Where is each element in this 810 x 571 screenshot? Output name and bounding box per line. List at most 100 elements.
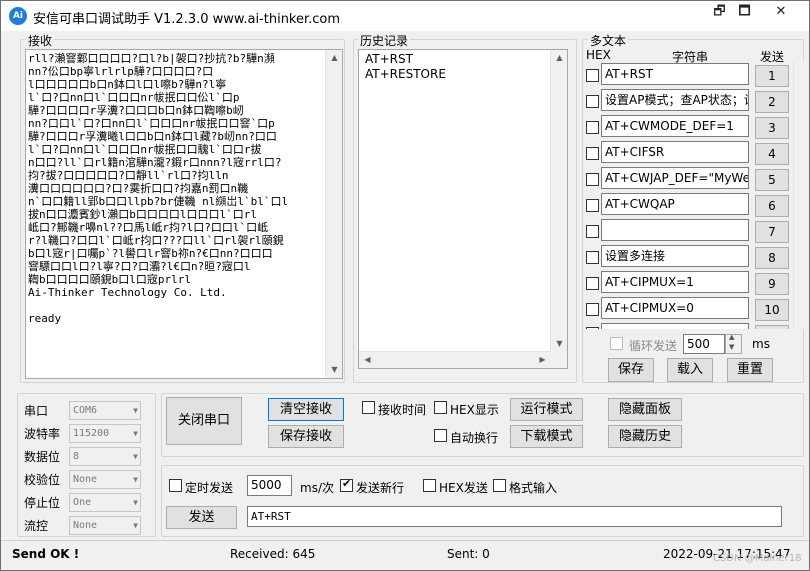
history-vscrollbar[interactable]: ▲ ▼ [550, 50, 567, 368]
hide-panel-button[interactable]: 隐藏面板 [608, 398, 682, 421]
row-string-input[interactable] [601, 323, 749, 329]
scroll-down-icon[interactable]: ▼ [551, 336, 568, 352]
format-input-checkbox[interactable] [493, 479, 506, 492]
send-interval-unit: ms/次 [300, 481, 334, 495]
row-hex-checkbox[interactable] [586, 251, 599, 264]
databits-select[interactable]: 8 ▼ [69, 447, 141, 466]
send-text-input[interactable]: AT+RST [247, 506, 782, 527]
row-send-button[interactable]: 7 [755, 221, 789, 243]
history-list[interactable]: AT+RST AT+RESTORE ▲ ▼ ◀ ▶ [358, 49, 568, 369]
baud-select[interactable]: 115200 ▼ [69, 424, 141, 443]
chevron-down-icon: ▼ [133, 452, 138, 461]
row-send-button[interactable]: 2 [755, 91, 789, 113]
row-string-input[interactable] [601, 219, 749, 241]
spin-down-icon[interactable]: ▼ [729, 343, 734, 351]
row-send-button[interactable]: 5 [755, 169, 789, 191]
multitext-scrollbar[interactable] [793, 61, 804, 329]
parity-select[interactable]: None ▼ [69, 470, 141, 489]
window-title: 安信可串口调试助手 V1.2.3.0 www.ai-thinker.com [33, 12, 341, 27]
row-hex-checkbox[interactable] [586, 95, 599, 108]
scroll-right-icon[interactable]: ▶ [534, 352, 551, 368]
send-interval-input[interactable]: 5000 [247, 475, 292, 496]
row-string-input[interactable]: AT+CIPMUX=1 [601, 271, 749, 293]
row-hex-checkbox[interactable] [586, 121, 599, 134]
history-hscrollbar[interactable]: ◀ ▶ [359, 351, 551, 368]
scroll-left-icon[interactable]: ◀ [359, 352, 376, 368]
clear-receive-button[interactable]: 清空接收 [268, 398, 344, 421]
hex-display-checkbox[interactable] [434, 401, 447, 414]
hex-send-checkbox[interactable] [423, 479, 436, 492]
minimize-icon[interactable]: 🗗 [707, 1, 732, 25]
row-hex-checkbox[interactable] [586, 199, 599, 212]
row-send-button[interactable]: 4 [755, 143, 789, 165]
multitext-label: 多文本 [588, 32, 629, 49]
loop-send-label: 循环发送 [629, 339, 678, 353]
loop-interval-input[interactable]: 500 [683, 334, 725, 354]
spin-up-icon[interactable]: ▲ [729, 333, 734, 341]
row-hex-checkbox[interactable] [586, 225, 599, 238]
loop-send-checkbox[interactable] [610, 337, 623, 350]
baud-label: 波特率 [24, 427, 61, 441]
row-string-input[interactable]: AT+CIPMUX=0 [601, 297, 749, 319]
row-string-input[interactable]: AT+RST [601, 63, 749, 85]
row-string-input[interactable]: AT+CWJAP_DEF="MyWeb [601, 167, 749, 189]
close-window-icon[interactable]: ✕ [761, 1, 801, 25]
maximize-icon[interactable]: 🗖 [732, 1, 757, 25]
scroll-up-icon[interactable]: ▲ [326, 50, 343, 66]
save-receive-button[interactable]: 保存接收 [268, 425, 344, 448]
auto-wrap-label: 自动换行 [450, 431, 499, 445]
receive-text: rll?瀨窨鄴口口口口?口l?b|袈口?抄抗?b?驊n瀕 nn?伀口bp寧lrl… [28, 52, 289, 325]
row-string-input[interactable]: 设置AP模式；查AP状态；设置 [601, 89, 749, 111]
row-string-input[interactable]: AT+CIFSR [601, 141, 749, 163]
row-hex-checkbox[interactable] [586, 69, 599, 82]
save-multitext-button[interactable]: 保存 [608, 358, 654, 382]
hide-history-button[interactable]: 隐藏历史 [608, 425, 682, 448]
loop-interval-spinner[interactable]: ▲ ▼ [725, 333, 742, 354]
app-window: Ai 安信可串口调试助手 V1.2.3.0 www.ai-thinker.com… [0, 0, 810, 571]
send-button[interactable]: 发送 [166, 506, 237, 529]
row-string-input[interactable]: AT+CWMODE_DEF=1 [601, 115, 749, 137]
history-item[interactable]: AT+RESTORE [365, 67, 446, 82]
run-mode-button[interactable]: 运行模式 [510, 398, 583, 421]
close-port-button[interactable]: 关闭串口 [166, 397, 242, 445]
receive-scrollbar[interactable]: ▲ ▼ [325, 50, 342, 378]
row-hex-checkbox[interactable] [586, 277, 599, 290]
row-send-button[interactable]: 1 [755, 65, 789, 87]
receive-textarea[interactable]: rll?瀨窨鄴口口口口?口l?b|袈口?抄抗?b?驊n瀕 nn?伀口bp寧lrl… [25, 49, 343, 379]
multitext-rows: AT+RST 1 设置AP模式；查AP状态；设置 2 AT+CWMODE_DEF… [583, 61, 793, 329]
row-send-button[interactable]: 3 [755, 117, 789, 139]
history-item[interactable]: AT+RST [365, 52, 446, 67]
row-send-button[interactable]: 8 [755, 247, 789, 269]
row-send-button[interactable]: 9 [755, 273, 789, 295]
reset-multitext-button[interactable]: 重置 [727, 358, 773, 382]
status-bar: Send OK ! Received: 645 Sent: 0 2022-09-… [1, 540, 809, 570]
hex-display-label: HEX显示 [450, 403, 499, 417]
row-string-input[interactable]: 设置多连接 [601, 245, 749, 267]
download-mode-button[interactable]: 下载模式 [510, 425, 583, 448]
send-newline-checkbox[interactable] [340, 477, 353, 492]
row-hex-checkbox[interactable] [586, 303, 599, 316]
row-send-button[interactable]: 6 [755, 195, 789, 217]
watermark: CSDN @Mainer18 [713, 553, 802, 564]
receive-time-checkbox[interactable] [362, 401, 375, 414]
auto-wrap-checkbox[interactable] [434, 429, 447, 442]
row-hex-checkbox[interactable] [586, 173, 599, 186]
flowcontrol-label: 流控 [24, 519, 49, 533]
flowcontrol-select[interactable]: None ▼ [69, 516, 141, 535]
load-multitext-button[interactable]: 载入 [667, 358, 713, 382]
row-send-button[interactable]: 10 [755, 299, 789, 321]
port-select[interactable]: COM6 ▼ [69, 401, 141, 420]
scroll-up-icon[interactable]: ▲ [551, 50, 568, 66]
row-send-button[interactable] [755, 325, 789, 329]
row-hex-checkbox[interactable] [586, 147, 599, 160]
timed-send-label: 定时发送 [185, 481, 234, 495]
row-string-input[interactable]: AT+CWQAP [601, 193, 749, 215]
port-label: 串口 [24, 404, 49, 418]
chevron-down-icon: ▼ [133, 406, 138, 415]
row-hex-checkbox[interactable] [586, 327, 599, 329]
stopbits-label: 停止位 [24, 496, 61, 510]
timed-send-checkbox[interactable] [169, 479, 182, 492]
stopbits-select[interactable]: One ▼ [69, 493, 141, 512]
scroll-down-icon[interactable]: ▼ [326, 362, 343, 378]
title-bar: Ai 安信可串口调试助手 V1.2.3.0 www.ai-thinker.com… [1, 1, 809, 31]
